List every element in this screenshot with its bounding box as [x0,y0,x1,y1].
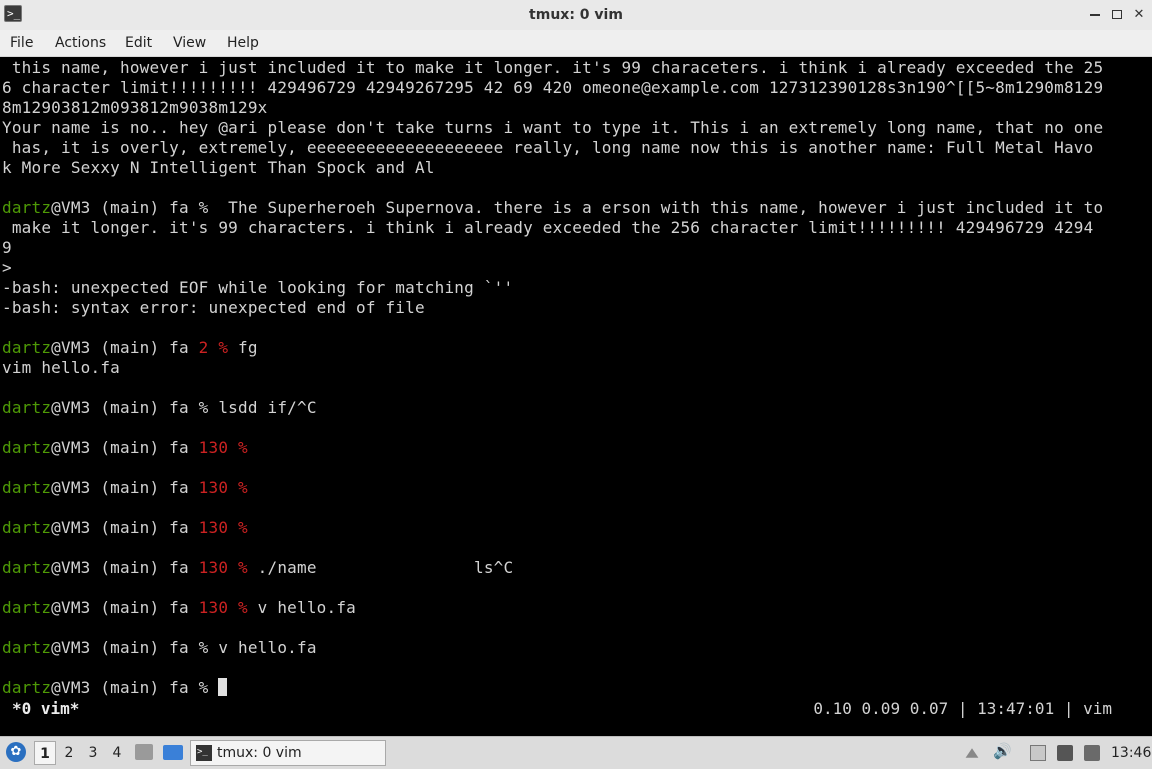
network-icon[interactable] [1057,745,1073,761]
terminal-text: -bash: unexpected EOF while looking for … [2,278,514,297]
terminal-text: v hello.fa [247,598,357,617]
exit-status: 130 % [198,558,248,577]
terminal-line: dartz@VM3 (main) fa 130 % ./name ls^C [2,558,513,578]
prompt-user: dartz [2,558,52,577]
terminal-line: this name, however i just included it to… [2,58,1103,78]
prompt-user: dartz [2,478,52,497]
tmux-window-label: *0 vim* [12,699,80,718]
terminal-text: this name, however i just included it to… [2,58,1104,77]
menu-help[interactable]: Help [227,30,259,56]
terminal-text: @VM3 (main) fa [51,438,199,457]
terminal-text: @VM3 (main) fa % The Superheroeh Superno… [51,198,1104,217]
terminal-text: @VM3 (main) fa % lsdd if/^C [51,398,317,417]
terminal-text: @VM3 (main) fa [51,558,199,577]
terminal-line: dartz@VM3 (main) fa % [2,678,228,698]
terminal-text: 9 [2,238,12,257]
terminal-line: -bash: unexpected EOF while looking for … [2,278,513,298]
terminal-text: vim hello.fa [2,358,120,377]
terminal-line: dartz@VM3 (main) fa 2 % fg [2,338,258,358]
tray-arrow-icon[interactable] [965,748,979,758]
tmux-status-right: 0.10 0.09 0.07 | 13:47:01 | vim [813,699,1112,718]
terminal-line: 8m12903812m093812m9038m129x [2,98,268,118]
minimize-icon [1090,14,1100,16]
workspace-2[interactable]: 2 [58,741,80,765]
prompt-user: dartz [2,678,52,697]
taskbar-task-tmux[interactable]: >_ tmux: 0 vim [190,740,386,766]
prompt-user: dartz [2,598,52,617]
prompt-user: dartz [2,638,52,657]
menubar: File Actions Edit View Help [0,30,1152,57]
terminal-cursor [218,678,228,696]
terminal-text: @VM3 (main) fa [51,478,199,497]
clipboard-icon[interactable] [1030,745,1046,761]
terminal-line: dartz@VM3 (main) fa % The Superheroeh Su… [2,198,1103,218]
terminal-text: @VM3 (main) fa % [51,678,219,697]
terminal-line: 9 [2,238,12,258]
prompt-user: dartz [2,438,52,457]
terminal-line: -bash: syntax error: unexpected end of f… [2,298,425,318]
terminal-text: -bash: syntax error: unexpected end of f… [2,298,425,317]
terminal-text: has, it is overly, extremely, eeeeeeeeee… [2,138,1094,157]
terminal-text: 8m12903812m093812m9038m129x [2,98,268,117]
terminal-icon: >_ [196,745,212,761]
file-manager-icon[interactable] [135,744,153,760]
workspace-1[interactable]: 1 [34,741,56,765]
exit-status: 130 % [198,518,248,537]
terminal-line: dartz@VM3 (main) fa 130 % [2,478,248,498]
show-desktop-icon[interactable] [163,745,183,760]
terminal-line: dartz@VM3 (main) fa 130 % v hello.fa [2,598,356,618]
display-icon[interactable] [1084,745,1100,761]
menu-file[interactable]: File [10,30,33,56]
close-button[interactable]: ✕ [1130,6,1148,24]
exit-status: 130 % [198,438,248,457]
terminal-line: > [2,258,12,278]
prompt-user: dartz [2,338,52,357]
workspace-4[interactable]: 4 [106,741,128,765]
menu-edit[interactable]: Edit [125,30,152,56]
start-menu-icon[interactable]: ✿ [6,742,26,762]
exit-status: 130 % [198,598,248,617]
exit-status: 2 % [198,338,229,357]
terminal-text: @VM3 (main) fa [51,338,199,357]
maximize-icon [1112,10,1122,19]
terminal-text: ./name ls^C [247,558,514,577]
terminal-line: dartz@VM3 (main) fa 130 % [2,518,248,538]
prompt-user: dartz [2,518,52,537]
terminal-pane[interactable]: *0 vim* 0.10 0.09 0.07 | 13:47:01 | vim … [0,58,1152,734]
terminal-line: make it longer. it's 99 characters. i th… [2,218,1093,238]
terminal-text: k More Sexxy N Intelligent Than Spock an… [2,158,435,177]
prompt-user: dartz [2,398,52,417]
taskbar-task-label: tmux: 0 vim [217,745,302,761]
maximize-button[interactable] [1108,6,1126,24]
terminal-text: make it longer. it's 99 characters. i th… [2,218,1094,237]
menu-view[interactable]: View [173,30,206,56]
exit-status: 130 % [198,478,248,497]
terminal-text: Your name is no.. hey @ari please don't … [2,118,1104,137]
window-title: tmux: 0 vim [529,7,623,23]
window-titlebar[interactable]: >_ tmux: 0 vim ✕ [0,0,1152,31]
terminal-text: 6 character limit!!!!!!!!! 429496729 429… [2,78,1104,97]
volume-icon[interactable]: 🔊 [993,743,1012,759]
workspace-3[interactable]: 3 [82,741,104,765]
clock[interactable]: 13:46 [1111,737,1151,769]
prompt-user: dartz [2,198,52,217]
minimize-button[interactable] [1086,6,1104,24]
taskbar: ✿ 1 2 3 4 >_ tmux: 0 vim 🔊 13:46 [0,736,1152,769]
terminal-text: @VM3 (main) fa [51,518,199,537]
terminal-line: dartz@VM3 (main) fa % lsdd if/^C [2,398,317,418]
terminal-line: dartz@VM3 (main) fa % v hello.fa [2,638,317,658]
terminal-text: > [2,258,12,277]
terminal-line: Your name is no.. hey @ari please don't … [2,118,1103,138]
terminal-line: k More Sexxy N Intelligent Than Spock an… [2,158,435,178]
terminal-line: 6 character limit!!!!!!!!! 429496729 429… [2,78,1103,98]
terminal-text: @VM3 (main) fa [51,598,199,617]
terminal-text: fg [228,338,258,357]
menu-actions[interactable]: Actions [55,30,106,56]
terminal-line: vim hello.fa [2,358,120,378]
terminal-line: dartz@VM3 (main) fa 130 % [2,438,248,458]
terminal-text: @VM3 (main) fa % v hello.fa [51,638,317,657]
terminal-line: has, it is overly, extremely, eeeeeeeeee… [2,138,1093,158]
